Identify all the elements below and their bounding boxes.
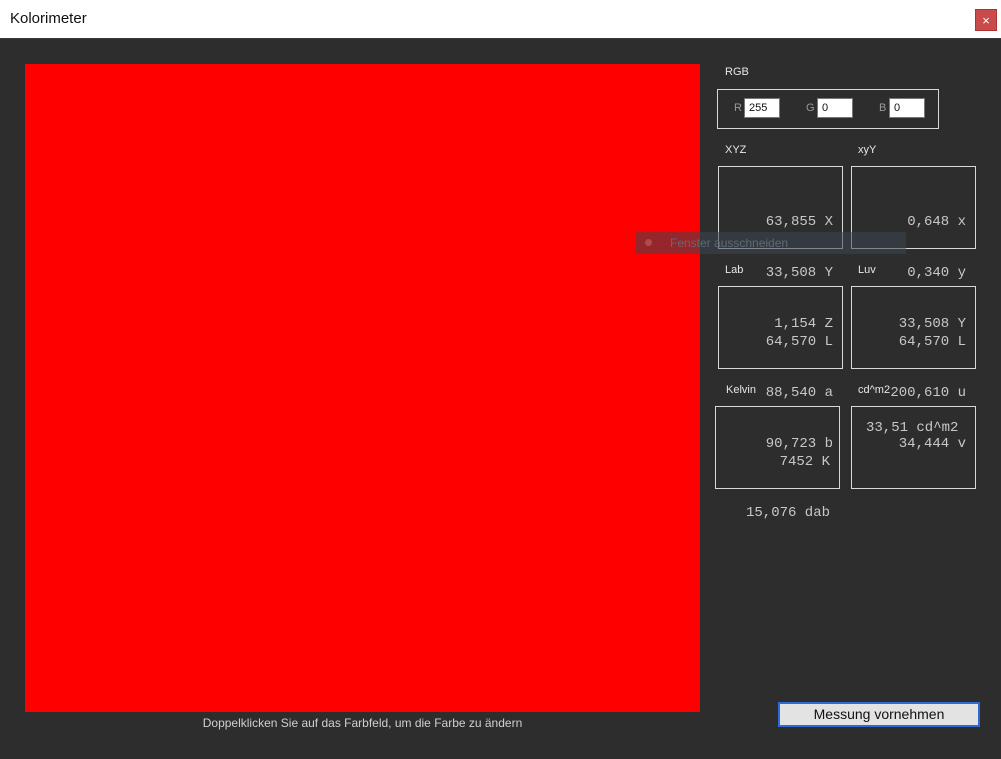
close-button[interactable]: ×	[975, 9, 997, 31]
lab-label: Lab	[725, 264, 744, 276]
crop-window-tooltip: Fenster ausschneiden	[636, 232, 906, 254]
r-input[interactable]	[744, 98, 780, 118]
luminance-label: cd^m2	[858, 384, 891, 396]
rgb-group: R G B	[717, 89, 939, 129]
window-title: Kolorimeter	[10, 10, 87, 27]
lab-box: 64,570 L 88,540 a 90,723 b	[718, 286, 843, 452]
g-label: G	[806, 102, 815, 114]
xyz-y: 33,508 Y	[765, 265, 833, 281]
g-input[interactable]	[817, 98, 853, 118]
xyy-label: xyY	[858, 144, 877, 156]
luv-l: 64,570 L	[898, 334, 966, 350]
kelvin-label: Kelvin	[726, 384, 756, 396]
b-input[interactable]	[889, 98, 925, 118]
close-icon: ×	[982, 13, 990, 28]
kelvin-dab: 15,076 dab	[745, 505, 830, 521]
luminance-box: 33,51 cd^m2	[851, 406, 976, 489]
lab-l: 64,570 L	[765, 334, 833, 350]
r-label: R	[734, 102, 742, 114]
record-icon	[645, 239, 652, 246]
xyy-y: 0,340 y	[907, 265, 966, 281]
xyz-label: XYZ	[725, 144, 747, 156]
swatch-hint: Doppelklicken Sie auf das Farbfeld, um d…	[202, 716, 523, 730]
luv-label: Luv	[858, 264, 876, 276]
xyz-x: 63,855 X	[765, 214, 833, 230]
kelvin-box: 7452 K 15,076 dab	[715, 406, 840, 521]
lab-a: 88,540 a	[765, 385, 833, 401]
tooltip-text: Fenster ausschneiden	[670, 236, 789, 250]
luminance-value: 33,51 cd^m2	[866, 420, 959, 436]
kelvin-values: 7452 K 15,076 dab	[746, 420, 830, 556]
rgb-label: RGB	[725, 66, 749, 78]
luv-u: 200,610 u	[890, 385, 966, 401]
b-label: B	[879, 102, 887, 114]
xyy-x: 0,648 x	[907, 214, 966, 230]
kelvin-temp: 7452 K	[779, 454, 830, 470]
title-bar: Kolorimeter ×	[0, 0, 1001, 39]
measure-button[interactable]: Messung vornehmen	[778, 702, 980, 727]
luv-box: 64,570 L 200,610 u 34,444 v	[851, 286, 976, 452]
color-swatch[interactable]	[25, 64, 700, 712]
